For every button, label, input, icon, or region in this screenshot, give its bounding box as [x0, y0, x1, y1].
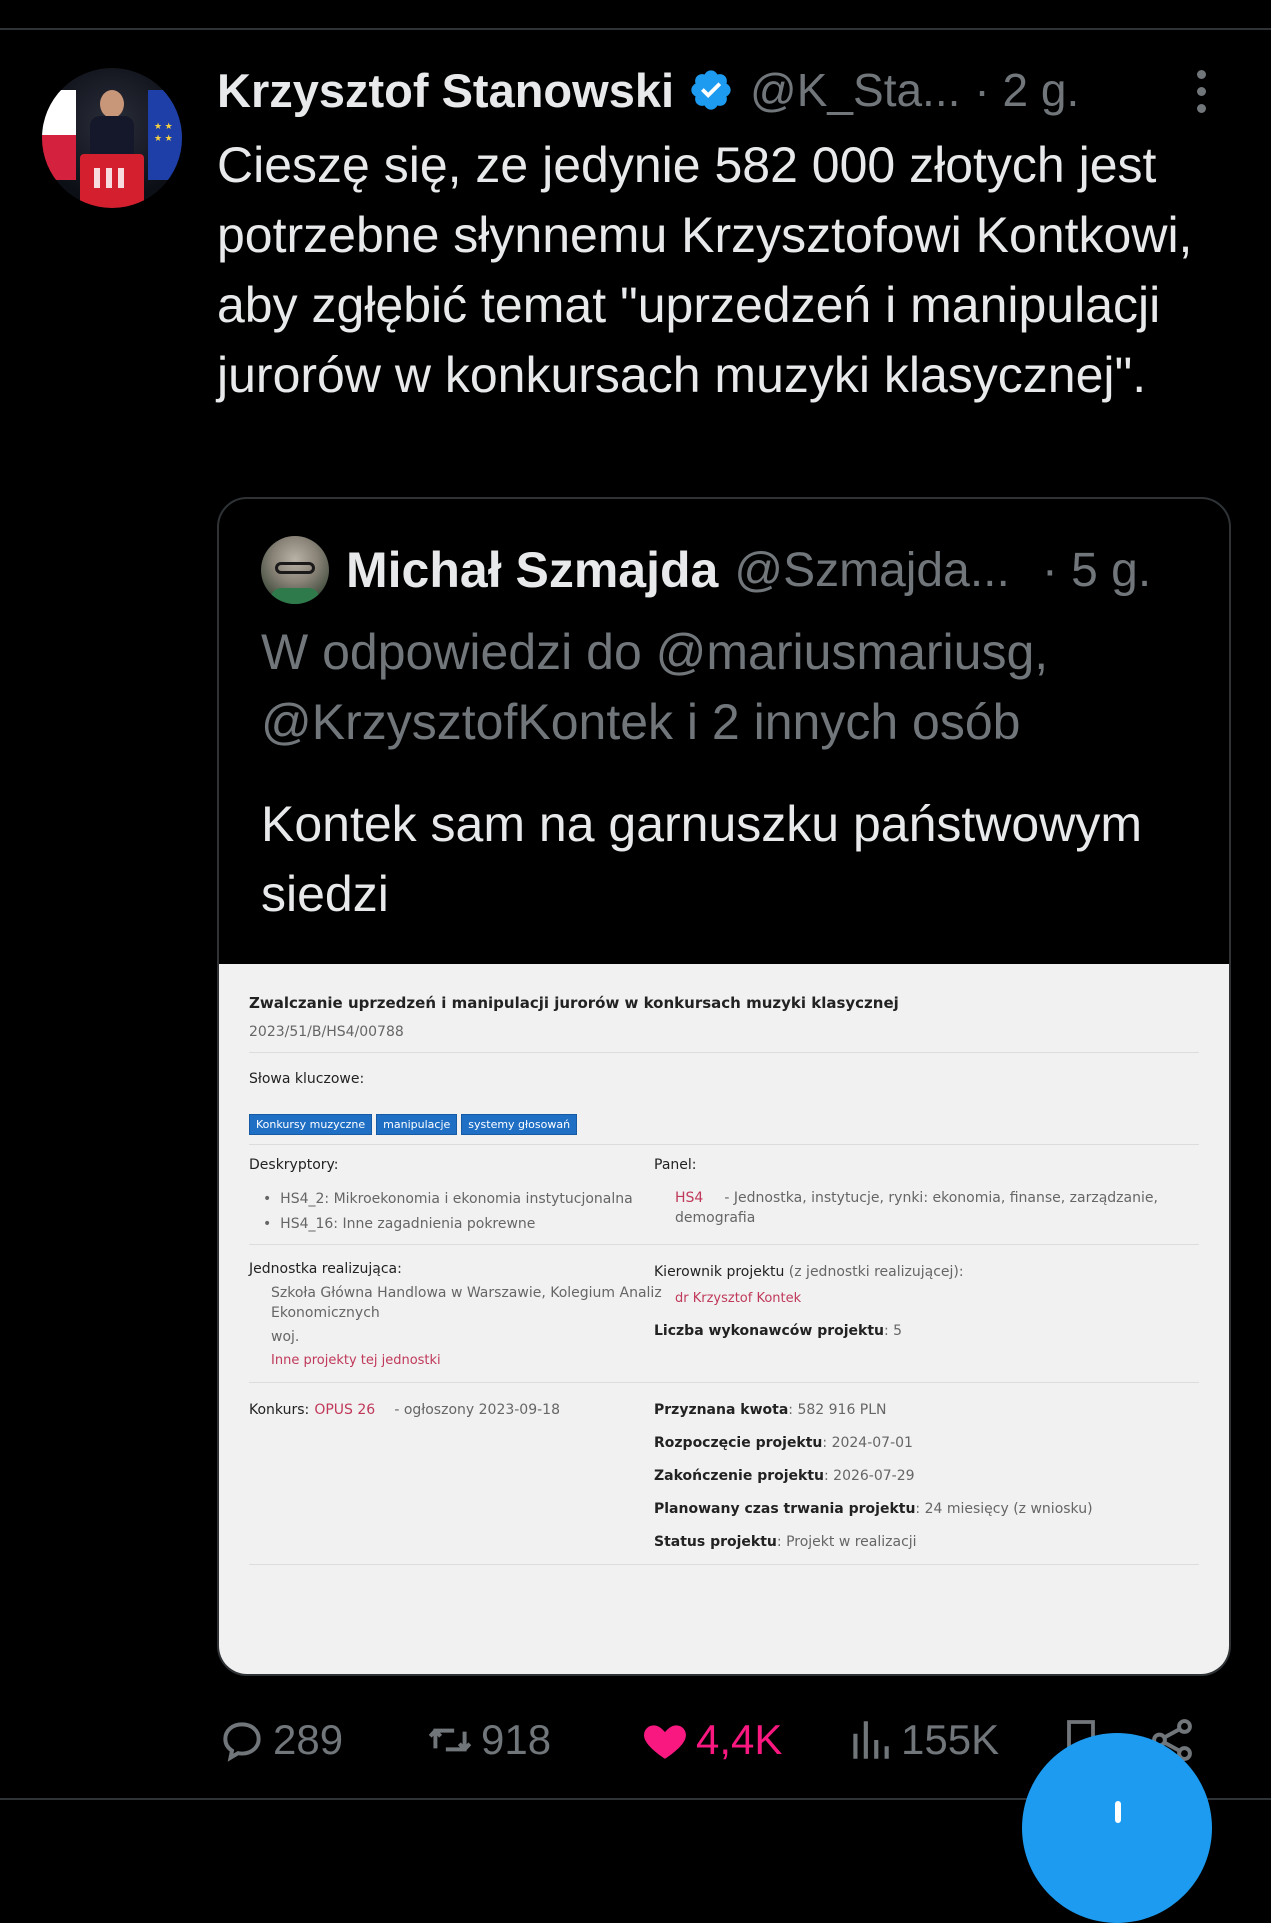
status-label: Status projektu [654, 1534, 777, 1550]
start-row: Rozpoczęcie projektu: 2024-07-01 [654, 1432, 913, 1451]
compose-plus [1115, 1801, 1121, 1823]
quoted-tweet-header: Michał Szmajda @Szmajda... · 5 g. [346, 539, 1151, 601]
contest-label: Konkurs: [249, 1402, 310, 1418]
tweet-text: Cieszę się, ze jedynie 582 000 złotych j… [217, 137, 1207, 403]
descriptor-item: • HS4_16: Inne zagadnienia pokrewne [263, 1216, 536, 1232]
status-value: : Projekt w realizacji [776, 1534, 917, 1550]
amount-row: Przyznana kwota: 582 916 PLN [654, 1399, 887, 1418]
duration-value: : 24 miesięcy (z wniosku) [915, 1501, 1093, 1517]
avatar-person-head [100, 90, 124, 118]
avatar-podium [80, 154, 144, 208]
contest-date: - ogłoszony 2023-09-18 [394, 1402, 560, 1418]
keyword-tag: manipulacje [376, 1114, 458, 1135]
verified-icon [691, 70, 731, 110]
end-row: Zakończenie projektu: 2026-07-29 [654, 1465, 915, 1484]
manager-row: Kierownik projektu (z jednostki realizuj… [654, 1261, 964, 1280]
unit-projects-link[interactable]: Inne projekty tej jednostki [271, 1353, 441, 1368]
quoted-tweet-text: Kontek sam na garnuszku państwowym siedz… [261, 796, 1142, 922]
views-button[interactable]: 155K [845, 1710, 999, 1770]
retweet-icon [428, 1728, 472, 1752]
keyword-tag: systemy głosowań [461, 1114, 578, 1135]
unit-name: Szkoła Główna Handlowa w Warszawie, Kole… [271, 1285, 662, 1301]
reply-icon [223, 1722, 261, 1762]
like-count: 4,4K [696, 1716, 783, 1763]
keywords-list: Konkursy muzyczne manipulacje systemy gł… [249, 1114, 578, 1135]
quoted-author-avatar[interactable] [261, 536, 329, 604]
retweet-button[interactable]: 918 [425, 1710, 551, 1770]
amount-value: : 582 916 PLN [788, 1402, 887, 1418]
unit-voivodeship: woj. [271, 1329, 300, 1345]
avatar-scarf [271, 588, 319, 604]
avatar-glasses [275, 562, 315, 574]
reply-button[interactable]: 289 [217, 1710, 343, 1770]
top-divider [0, 28, 1271, 30]
panel-label: Panel: [654, 1157, 697, 1173]
manager-suffix: (z jednostki realizującej): [784, 1264, 964, 1280]
descriptors-label: Deskryptory: [249, 1157, 339, 1173]
views-count: 155K [901, 1716, 1000, 1763]
quoted-tweet-time[interactable]: · 5 g. [1042, 543, 1151, 598]
panel-line: HS4 - Jednostka, instytucje, rynki: ekon… [675, 1187, 1158, 1206]
divider [249, 1382, 1199, 1383]
reply-context[interactable]: W odpowiedzi do @mariusmariusg, @Krzyszt… [261, 617, 1211, 757]
project-code: 2023/51/B/HS4/00788 [249, 1024, 404, 1040]
more-icon[interactable] [1186, 70, 1216, 120]
keyword-tag: Konkursy muzyczne [249, 1114, 373, 1135]
tweet-header: Krzysztof Stanowski @K_Sta... · 2 g. [217, 60, 1079, 120]
avatar-person-body [90, 116, 134, 156]
panel-code[interactable]: HS4 [675, 1190, 703, 1206]
end-label: Zakończenie projektu [654, 1468, 825, 1484]
like-icon [644, 1725, 686, 1759]
panel-text-cont: demografia [675, 1210, 756, 1226]
descriptor-item: • HS4_2: Mikroekonomia i ekonomia instyt… [263, 1191, 633, 1207]
duration-label: Planowany czas trwania projektu [654, 1501, 916, 1517]
quoted-author-handle[interactable]: @Szmajda... [734, 543, 1009, 598]
end-value: : 2026-07-29 [824, 1468, 915, 1484]
status-row: Status projektu: Projekt w realizacji [654, 1531, 917, 1550]
contest-row: Konkurs: OPUS 26 - ogłoszony 2023-09-18 [249, 1399, 560, 1418]
flag-eu [148, 90, 182, 180]
divider [249, 1144, 1199, 1145]
divider [249, 1244, 1199, 1245]
quoted-author-name[interactable]: Michał Szmajda [346, 541, 718, 599]
retweet-count: 918 [481, 1716, 552, 1763]
compose-icon[interactable] [1022, 1733, 1212, 1923]
views-icon [853, 1721, 889, 1759]
author-avatar[interactable] [42, 68, 182, 208]
tweet-time[interactable]: · 2 g. [974, 63, 1079, 117]
manager-name-link[interactable]: dr Krzysztof Kontek [675, 1291, 801, 1306]
like-button[interactable]: 4,4K [640, 1710, 782, 1770]
keywords-label: Słowa kluczowe: [249, 1071, 365, 1087]
divider [249, 1564, 1199, 1565]
duration-row: Planowany czas trwania projektu: 24 mies… [654, 1498, 1093, 1517]
contractors-row: Liczba wykonawców projektu: 5 [654, 1320, 902, 1339]
attached-screenshot[interactable]: Zwalczanie uprzedzeń i manipulacji juror… [219, 964, 1229, 1674]
panel-text: - Jednostka, instytucje, rynki: ekonomia… [724, 1190, 1158, 1206]
quoted-tweet[interactable]: Michał Szmajda @Szmajda... · 5 g. W odpo… [217, 497, 1231, 1676]
amount-label: Przyznana kwota [654, 1402, 789, 1418]
project-title: Zwalczanie uprzedzeń i manipulacji juror… [249, 994, 899, 1012]
contest-link[interactable]: OPUS 26 [314, 1402, 375, 1418]
reply-count: 289 [273, 1716, 344, 1763]
manager-label: Kierownik projektu [654, 1264, 785, 1280]
contractors-label: Liczba wykonawców projektu [654, 1323, 885, 1339]
contractors-value: : 5 [884, 1323, 903, 1339]
unit-name-cont: Ekonomicznych [271, 1305, 380, 1321]
start-label: Rozpoczęcie projektu [654, 1435, 823, 1451]
flag-poland [42, 90, 76, 180]
author-name[interactable]: Krzysztof Stanowski [217, 63, 674, 118]
divider [249, 1052, 1199, 1053]
start-value: : 2024-07-01 [822, 1435, 913, 1451]
author-handle[interactable]: @K_Sta... [750, 63, 960, 117]
unit-label: Jednostka realizująca: [249, 1261, 402, 1277]
